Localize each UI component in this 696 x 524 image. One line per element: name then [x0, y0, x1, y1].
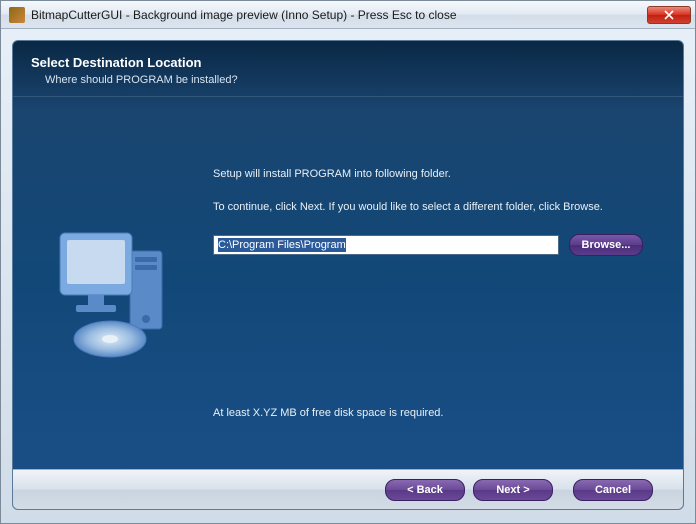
- app-icon: [9, 7, 25, 23]
- computer-disc-icon: [38, 203, 178, 363]
- cancel-button[interactable]: Cancel: [573, 479, 653, 501]
- cancel-label: Cancel: [595, 484, 631, 496]
- close-button[interactable]: [647, 6, 691, 24]
- installer-window: BitmapCutterGUI - Background image previ…: [0, 0, 696, 524]
- close-icon: [664, 10, 674, 20]
- path-row: C:\Program Files\Program Browse...: [213, 234, 643, 256]
- main-panel: Select Destination Location Where should…: [12, 40, 684, 510]
- next-button[interactable]: Next >: [473, 479, 553, 501]
- page-subtitle: Where should PROGRAM be installed?: [45, 74, 665, 86]
- content-section: Setup will install PROGRAM into followin…: [13, 97, 683, 469]
- browse-button[interactable]: Browse...: [569, 234, 643, 256]
- page-title: Select Destination Location: [31, 55, 665, 70]
- header-section: Select Destination Location Where should…: [13, 41, 683, 97]
- destination-path-value: C:\Program Files\Program: [218, 238, 346, 252]
- destination-path-input[interactable]: C:\Program Files\Program: [213, 235, 559, 255]
- next-label: Next >: [496, 484, 529, 496]
- disk-space-text: At least X.YZ MB of free disk space is r…: [213, 406, 643, 421]
- titlebar: BitmapCutterGUI - Background image previ…: [1, 1, 695, 29]
- back-label: < Back: [407, 484, 443, 496]
- window-title: BitmapCutterGUI - Background image previ…: [31, 8, 647, 22]
- illustration-column: [13, 107, 203, 459]
- install-description: Setup will install PROGRAM into followin…: [213, 167, 643, 182]
- browse-label: Browse...: [582, 239, 631, 251]
- footer-bar: < Back Next > Cancel: [13, 469, 683, 509]
- continue-instruction: To continue, click Next. If you would li…: [213, 200, 643, 215]
- form-column: Setup will install PROGRAM into followin…: [203, 107, 683, 459]
- back-button[interactable]: < Back: [385, 479, 465, 501]
